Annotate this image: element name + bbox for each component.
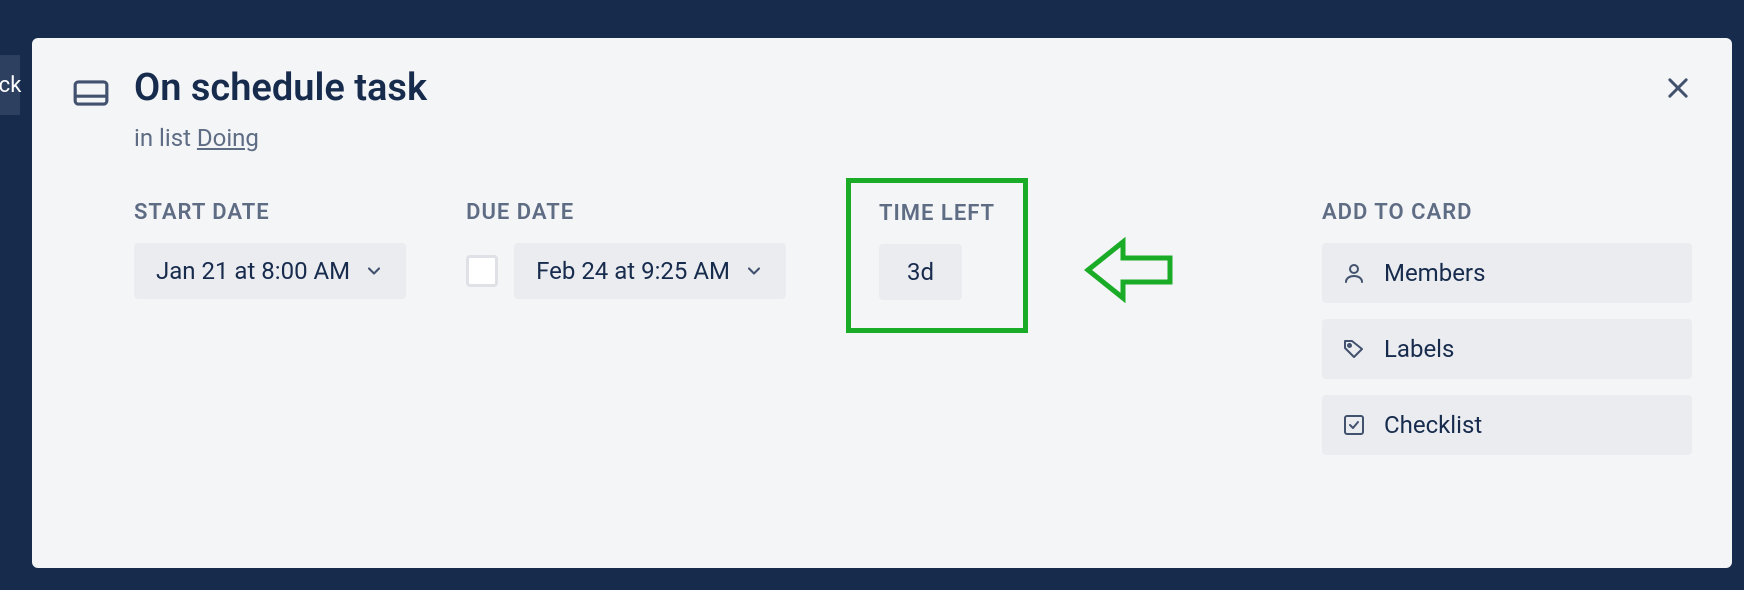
time-left-label: Time left [879, 201, 995, 226]
members-button[interactable]: Members [1322, 243, 1692, 303]
card-sidebar: Add to card Members Labels Checklist [1322, 200, 1692, 471]
labels-button[interactable]: Labels [1322, 319, 1692, 379]
due-date-label: Due date [466, 200, 786, 225]
background-fragment: ck [0, 55, 20, 115]
arrow-left-icon [1078, 230, 1178, 310]
chevron-down-icon [364, 261, 384, 281]
due-date-button[interactable]: Feb 24 at 9:25 AM [514, 243, 786, 299]
members-label: Members [1384, 259, 1485, 287]
close-button[interactable] [1656, 66, 1700, 110]
start-date-group: Start date Jan 21 at 8:00 AM [134, 200, 406, 299]
start-date-value: Jan 21 at 8:00 AM [156, 257, 350, 285]
due-date-value: Feb 24 at 9:25 AM [536, 257, 730, 285]
start-date-button[interactable]: Jan 21 at 8:00 AM [134, 243, 406, 299]
due-date-checkbox[interactable] [466, 255, 498, 287]
card-modal: On schedule task in list Doing Start dat… [32, 38, 1732, 568]
card-title[interactable]: On schedule task [134, 66, 427, 112]
start-date-label: Start date [134, 200, 406, 225]
card-subtitle: in list Doing [134, 124, 1692, 152]
checklist-icon [1342, 413, 1366, 437]
close-icon [1664, 74, 1692, 102]
in-list-prefix: in list [134, 124, 197, 152]
checklist-label: Checklist [1384, 411, 1482, 439]
card-fields: Start date Jan 21 at 8:00 AM Due date Fe… [134, 200, 1262, 471]
card-icon [72, 74, 110, 116]
sidebar-heading: Add to card [1322, 200, 1692, 225]
card-header: On schedule task [72, 66, 1692, 116]
labels-label: Labels [1384, 335, 1454, 363]
list-link[interactable]: Doing [197, 124, 259, 152]
chevron-down-icon [744, 261, 764, 281]
time-left-highlight: Time left 3d [846, 178, 1028, 333]
due-date-group: Due date Feb 24 at 9:25 AM [466, 200, 786, 299]
person-icon [1342, 261, 1366, 285]
time-left-value: 3d [879, 244, 962, 300]
checklist-button[interactable]: Checklist [1322, 395, 1692, 455]
arrow-annotation [1078, 230, 1178, 314]
tag-icon [1342, 337, 1366, 361]
